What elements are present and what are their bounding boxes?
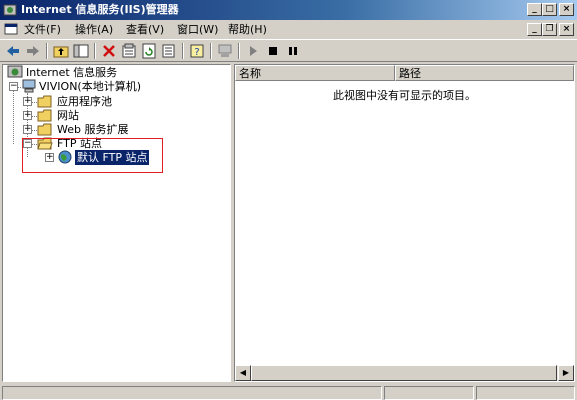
folder-icon xyxy=(37,109,52,122)
help-icon[interactable]: ? xyxy=(188,42,206,60)
tree-label: 网站 xyxy=(57,109,79,122)
tree-item-app-pools[interactable]: + 应用程序池 xyxy=(5,94,225,109)
play-icon[interactable] xyxy=(244,42,262,60)
computer-icon[interactable] xyxy=(216,42,234,60)
annotation-highlight-box xyxy=(22,138,163,173)
pause-icon[interactable] xyxy=(284,42,302,60)
status-bar xyxy=(0,384,577,400)
scroll-right-button[interactable]: ▶ xyxy=(558,365,574,381)
tree-label: Web 服务扩展 xyxy=(57,123,129,136)
scroll-thumb[interactable] xyxy=(251,365,557,381)
mmc-document-icon[interactable] xyxy=(4,22,18,36)
back-icon[interactable] xyxy=(4,42,22,60)
toolbar-separator xyxy=(210,43,212,59)
column-header-name[interactable]: 名称 xyxy=(235,65,395,81)
menu-action[interactable]: 操作(A) xyxy=(75,22,113,37)
title-bar[interactable]: Internet 信息服务(IIS)管理器 _ □ × xyxy=(0,0,577,20)
delete-icon[interactable] xyxy=(100,42,118,60)
empty-list-message: 此视图中没有可显示的项目。 xyxy=(333,89,476,102)
window-title: Internet 信息服务(IIS)管理器 xyxy=(21,3,179,16)
close-button[interactable]: × xyxy=(559,3,574,16)
menu-file[interactable]: 文件(F) xyxy=(24,22,61,37)
collapse-toggle[interactable]: − xyxy=(9,82,18,91)
stop-icon[interactable] xyxy=(264,42,282,60)
toolbar: ? xyxy=(0,39,577,62)
menu-bar: 文件(F) 操作(A) 查看(V) 窗口(W) 帮助(H) _ ❐ × xyxy=(0,20,577,39)
toolbar-separator xyxy=(94,43,96,59)
mdi-close-button[interactable]: × xyxy=(559,23,574,36)
properties-icon[interactable] xyxy=(120,42,138,60)
minimize-button[interactable]: _ xyxy=(527,3,542,16)
expand-toggle[interactable]: + xyxy=(23,125,32,134)
scroll-left-button[interactable]: ◀ xyxy=(235,365,251,381)
export-list-icon[interactable] xyxy=(160,42,178,60)
menu-help[interactable]: 帮助(H) xyxy=(228,22,267,37)
horizontal-scrollbar[interactable]: ◀ ▶ xyxy=(235,365,574,381)
mdi-restore-button[interactable]: ❐ xyxy=(542,23,557,36)
show-tree-icon[interactable] xyxy=(72,42,90,60)
svg-text:?: ? xyxy=(194,47,199,58)
toolbar-separator xyxy=(182,43,184,59)
up-folder-icon[interactable] xyxy=(52,42,70,60)
tree-item-websites[interactable]: + 网站 xyxy=(5,108,225,123)
column-header-path[interactable]: 路径 xyxy=(395,65,574,81)
folder-icon xyxy=(37,123,52,136)
folder-icon xyxy=(37,95,52,108)
tree-item-web-extensions[interactable]: + Web 服务扩展 xyxy=(5,122,225,137)
toolbar-separator xyxy=(238,43,240,59)
expand-toggle[interactable]: + xyxy=(23,111,32,120)
iis-manager-window: Internet 信息服务(IIS)管理器 _ □ × 文件(F) 操作(A) … xyxy=(0,0,577,400)
iis-app-icon xyxy=(3,4,17,16)
tree-pane[interactable]: Internet 信息服务 − VIVION(本地计算机) + 应用程序池 + xyxy=(2,64,231,382)
tree-label: 应用程序池 xyxy=(57,95,112,108)
forward-icon[interactable] xyxy=(24,42,42,60)
tree-item-iis-root[interactable]: Internet 信息服务 xyxy=(5,65,225,80)
iis-root-icon xyxy=(7,65,23,78)
menu-view[interactable]: 查看(V) xyxy=(126,22,164,37)
refresh-icon[interactable] xyxy=(140,42,158,60)
status-panel xyxy=(384,386,474,400)
status-panel xyxy=(476,386,575,400)
tree-label: Internet 信息服务 xyxy=(26,66,118,79)
computer-icon xyxy=(22,79,36,93)
menu-window[interactable]: 窗口(W) xyxy=(177,22,218,37)
mdi-minimize-button[interactable]: _ xyxy=(527,23,542,36)
tree-item-computer[interactable]: − VIVION(本地计算机) xyxy=(5,79,225,94)
status-panel-main xyxy=(2,386,382,400)
tree-label: VIVION(本地计算机) xyxy=(39,80,142,93)
maximize-button[interactable]: □ xyxy=(542,3,557,16)
expand-toggle[interactable]: + xyxy=(23,97,32,106)
toolbar-separator xyxy=(46,43,48,59)
list-pane[interactable]: 名称 路径 此视图中没有可显示的项目。 ◀ ▶ xyxy=(234,64,575,382)
